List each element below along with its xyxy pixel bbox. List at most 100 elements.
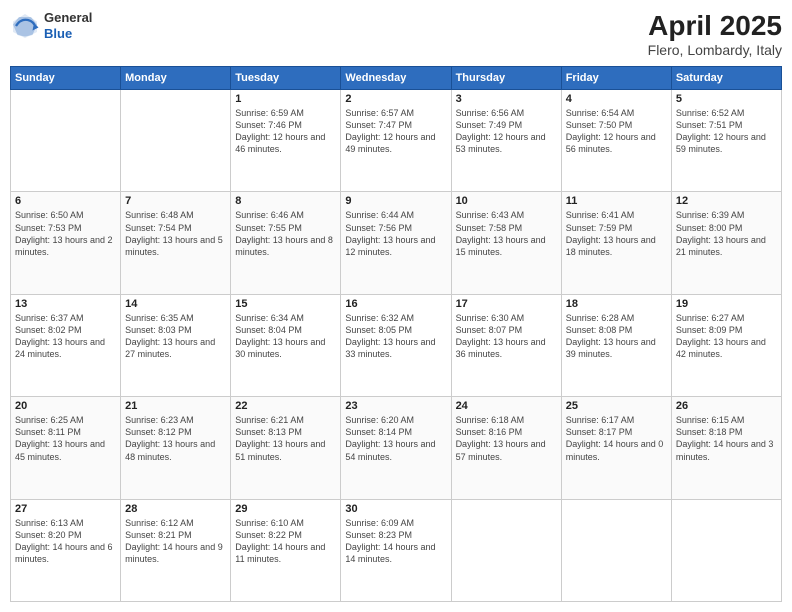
title-location: Flero, Lombardy, Italy xyxy=(648,42,782,58)
calendar-cell: 21 Sunrise: 6:23 AMSunset: 8:12 PMDayligh… xyxy=(121,397,231,499)
logo-general-text: General xyxy=(44,10,92,26)
day-number: 6 xyxy=(15,195,116,207)
day-number: 21 xyxy=(125,400,226,412)
calendar-week-row: 27 Sunrise: 6:13 AMSunset: 8:20 PMDayligh… xyxy=(11,499,782,601)
day-detail: Sunrise: 6:50 AMSunset: 7:53 PMDaylight:… xyxy=(15,209,116,258)
day-number: 5 xyxy=(676,93,777,105)
day-number: 2 xyxy=(345,93,446,105)
day-number: 13 xyxy=(15,298,116,310)
calendar-cell: 1 Sunrise: 6:59 AMSunset: 7:46 PMDaylight… xyxy=(231,90,341,192)
day-detail: Sunrise: 6:41 AMSunset: 7:59 PMDaylight:… xyxy=(566,209,667,258)
calendar-cell: 4 Sunrise: 6:54 AMSunset: 7:50 PMDaylight… xyxy=(561,90,671,192)
calendar-cell xyxy=(561,499,671,601)
day-number: 17 xyxy=(456,298,557,310)
day-detail: Sunrise: 6:52 AMSunset: 7:51 PMDaylight:… xyxy=(676,107,777,156)
day-number: 19 xyxy=(676,298,777,310)
day-detail: Sunrise: 6:39 AMSunset: 8:00 PMDaylight:… xyxy=(676,209,777,258)
day-number: 29 xyxy=(235,503,336,515)
calendar-cell xyxy=(671,499,781,601)
calendar-cell: 13 Sunrise: 6:37 AMSunset: 8:02 PMDayligh… xyxy=(11,294,121,396)
title-block: April 2025 Flero, Lombardy, Italy xyxy=(648,10,782,58)
day-number: 24 xyxy=(456,400,557,412)
day-number: 30 xyxy=(345,503,446,515)
calendar-cell: 16 Sunrise: 6:32 AMSunset: 8:05 PMDayligh… xyxy=(341,294,451,396)
day-detail: Sunrise: 6:21 AMSunset: 8:13 PMDaylight:… xyxy=(235,414,336,463)
day-number: 12 xyxy=(676,195,777,207)
calendar-cell: 30Sunrise: 6:09 AMSunset: 8:23 PMDayligh… xyxy=(341,499,451,601)
day-number: 18 xyxy=(566,298,667,310)
calendar-week-row: 6 Sunrise: 6:50 AMSunset: 7:53 PMDaylight… xyxy=(11,192,782,294)
day-detail: Sunrise: 6:28 AMSunset: 8:08 PMDaylight:… xyxy=(566,312,667,361)
day-detail: Sunrise: 6:59 AMSunset: 7:46 PMDaylight:… xyxy=(235,107,336,156)
day-detail: Sunrise: 6:17 AMSunset: 8:17 PMDaylight:… xyxy=(566,414,667,463)
day-detail: Sunrise: 6:20 AMSunset: 8:14 PMDaylight:… xyxy=(345,414,446,463)
calendar-week-row: 20 Sunrise: 6:25 AMSunset: 8:11 PMDayligh… xyxy=(11,397,782,499)
day-number: 8 xyxy=(235,195,336,207)
calendar-cell: 8 Sunrise: 6:46 AMSunset: 7:55 PMDaylight… xyxy=(231,192,341,294)
day-number: 23 xyxy=(345,400,446,412)
day-detail: Sunrise: 6:25 AMSunset: 8:11 PMDaylight:… xyxy=(15,414,116,463)
calendar-cell xyxy=(121,90,231,192)
day-number: 22 xyxy=(235,400,336,412)
day-of-week-header: Saturday xyxy=(671,67,781,90)
day-detail: Sunrise: 6:46 AMSunset: 7:55 PMDaylight:… xyxy=(235,209,336,258)
day-number: 1 xyxy=(235,93,336,105)
day-number: 27 xyxy=(15,503,116,515)
calendar-cell: 18 Sunrise: 6:28 AMSunset: 8:08 PMDayligh… xyxy=(561,294,671,396)
day-number: 25 xyxy=(566,400,667,412)
calendar-cell: 11Sunrise: 6:41 AMSunset: 7:59 PMDayligh… xyxy=(561,192,671,294)
page: General Blue April 2025 Flero, Lombardy,… xyxy=(0,0,792,612)
day-number: 26 xyxy=(676,400,777,412)
day-number: 20 xyxy=(15,400,116,412)
day-of-week-header: Sunday xyxy=(11,67,121,90)
calendar-cell: 15 Sunrise: 6:34 AMSunset: 8:04 PMDayligh… xyxy=(231,294,341,396)
calendar-week-row: 13 Sunrise: 6:37 AMSunset: 8:02 PMDayligh… xyxy=(11,294,782,396)
day-number: 4 xyxy=(566,93,667,105)
calendar-cell: 24 Sunrise: 6:18 AMSunset: 8:16 PMDayligh… xyxy=(451,397,561,499)
calendar-cell: 5 Sunrise: 6:52 AMSunset: 7:51 PMDaylight… xyxy=(671,90,781,192)
logo-blue-text: Blue xyxy=(44,26,92,42)
day-detail: Sunrise: 6:48 AMSunset: 7:54 PMDaylight:… xyxy=(125,209,226,258)
calendar-cell xyxy=(11,90,121,192)
day-of-week-header: Wednesday xyxy=(341,67,451,90)
day-number: 9 xyxy=(345,195,446,207)
day-detail: Sunrise: 6:12 AMSunset: 8:21 PMDaylight:… xyxy=(125,517,226,566)
day-detail: Sunrise: 6:54 AMSunset: 7:50 PMDaylight:… xyxy=(566,107,667,156)
day-detail: Sunrise: 6:34 AMSunset: 8:04 PMDaylight:… xyxy=(235,312,336,361)
title-month: April 2025 xyxy=(648,10,782,42)
day-detail: Sunrise: 6:44 AMSunset: 7:56 PMDaylight:… xyxy=(345,209,446,258)
calendar-table: SundayMondayTuesdayWednesdayThursdayFrid… xyxy=(10,66,782,602)
day-number: 16 xyxy=(345,298,446,310)
calendar-cell: 7Sunrise: 6:48 AMSunset: 7:54 PMDaylight… xyxy=(121,192,231,294)
calendar-cell: 3 Sunrise: 6:56 AMSunset: 7:49 PMDaylight… xyxy=(451,90,561,192)
day-detail: Sunrise: 6:18 AMSunset: 8:16 PMDaylight:… xyxy=(456,414,557,463)
calendar-cell: 12 Sunrise: 6:39 AMSunset: 8:00 PMDayligh… xyxy=(671,192,781,294)
day-detail: Sunrise: 6:23 AMSunset: 8:12 PMDaylight:… xyxy=(125,414,226,463)
calendar-cell: 23 Sunrise: 6:20 AMSunset: 8:14 PMDayligh… xyxy=(341,397,451,499)
calendar-header-row: SundayMondayTuesdayWednesdayThursdayFrid… xyxy=(11,67,782,90)
calendar-cell: 29Sunrise: 6:10 AMSunset: 8:22 PMDayligh… xyxy=(231,499,341,601)
day-detail: Sunrise: 6:56 AMSunset: 7:49 PMDaylight:… xyxy=(456,107,557,156)
day-of-week-header: Monday xyxy=(121,67,231,90)
calendar-cell: 20 Sunrise: 6:25 AMSunset: 8:11 PMDayligh… xyxy=(11,397,121,499)
day-detail: Sunrise: 6:32 AMSunset: 8:05 PMDaylight:… xyxy=(345,312,446,361)
day-detail: Sunrise: 6:13 AMSunset: 8:20 PMDaylight:… xyxy=(15,517,116,566)
calendar-cell: 17Sunrise: 6:30 AMSunset: 8:07 PMDayligh… xyxy=(451,294,561,396)
day-number: 3 xyxy=(456,93,557,105)
calendar-cell: 9 Sunrise: 6:44 AMSunset: 7:56 PMDaylight… xyxy=(341,192,451,294)
calendar-cell: 28 Sunrise: 6:12 AMSunset: 8:21 PMDayligh… xyxy=(121,499,231,601)
day-of-week-header: Thursday xyxy=(451,67,561,90)
day-detail: Sunrise: 6:35 AMSunset: 8:03 PMDaylight:… xyxy=(125,312,226,361)
day-number: 10 xyxy=(456,195,557,207)
day-detail: Sunrise: 6:37 AMSunset: 8:02 PMDaylight:… xyxy=(15,312,116,361)
calendar-week-row: 1 Sunrise: 6:59 AMSunset: 7:46 PMDaylight… xyxy=(11,90,782,192)
calendar-cell: 26Sunrise: 6:15 AMSunset: 8:18 PMDayligh… xyxy=(671,397,781,499)
calendar-cell xyxy=(451,499,561,601)
calendar-cell: 22 Sunrise: 6:21 AMSunset: 8:13 PMDayligh… xyxy=(231,397,341,499)
day-number: 15 xyxy=(235,298,336,310)
logo: General Blue xyxy=(10,10,92,41)
calendar-cell: 2 Sunrise: 6:57 AMSunset: 7:47 PMDaylight… xyxy=(341,90,451,192)
calendar-cell: 27 Sunrise: 6:13 AMSunset: 8:20 PMDayligh… xyxy=(11,499,121,601)
day-detail: Sunrise: 6:57 AMSunset: 7:47 PMDaylight:… xyxy=(345,107,446,156)
day-number: 28 xyxy=(125,503,226,515)
